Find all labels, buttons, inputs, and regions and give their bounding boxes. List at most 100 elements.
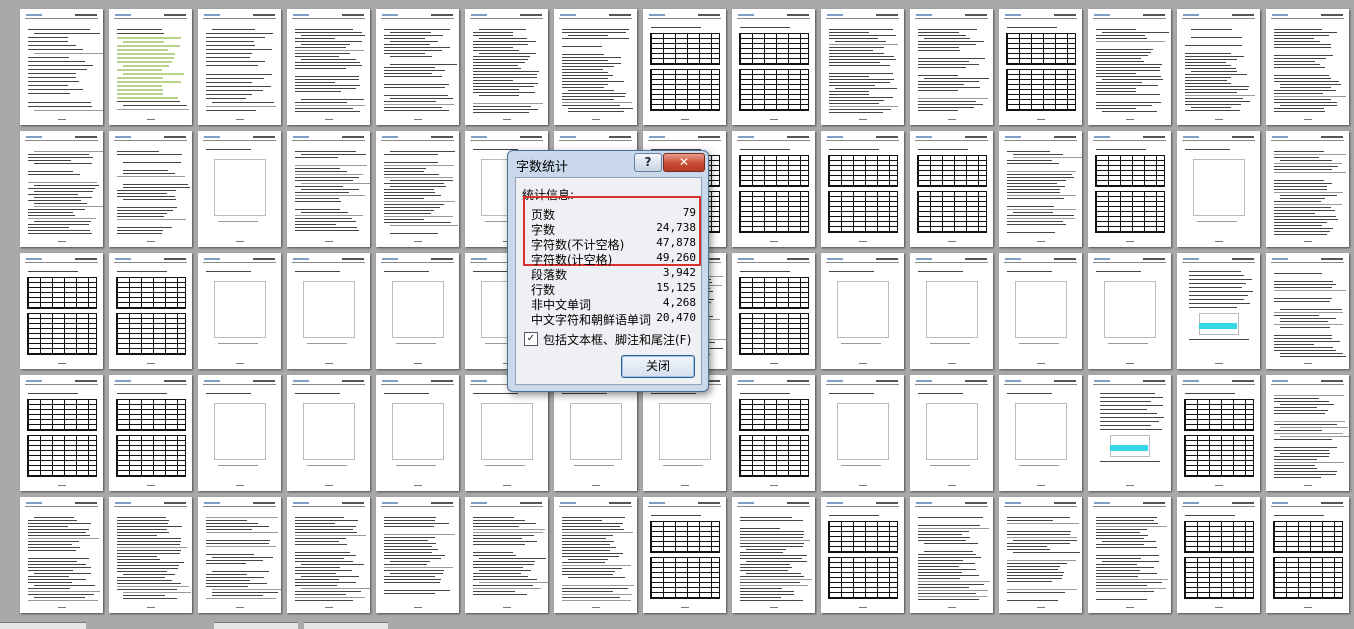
page-thumbnail[interactable] (999, 9, 1082, 125)
checkbox-label[interactable]: 包括文本框、脚注和尾注(F) (543, 331, 691, 348)
page-thumbnail[interactable] (198, 9, 281, 125)
text-line (1096, 70, 1160, 71)
page-thumbnail[interactable] (643, 375, 726, 491)
text-line (1189, 291, 1253, 292)
help-button[interactable]: ? (634, 153, 662, 172)
text-line (740, 558, 802, 559)
close-button[interactable]: 关闭 (621, 355, 695, 378)
text-line (829, 32, 869, 33)
page-thumbnail[interactable] (732, 131, 815, 247)
text-line (384, 67, 435, 68)
page-thumbnail[interactable] (287, 497, 370, 613)
page-thumbnail[interactable] (287, 9, 370, 125)
page-thumbnail[interactable] (1266, 375, 1349, 491)
page-thumbnail[interactable] (198, 375, 281, 491)
page-thumbnail[interactable] (20, 253, 103, 369)
page-thumbnail[interactable] (376, 375, 459, 491)
page-thumbnail[interactable] (999, 131, 1082, 247)
page-thumbnail[interactable] (821, 253, 904, 369)
page-thumbnail[interactable] (20, 497, 103, 613)
page-thumbnail[interactable] (821, 375, 904, 491)
page-number (1126, 485, 1134, 486)
page-thumbnail[interactable] (910, 497, 993, 613)
page-thumbnail[interactable] (1266, 497, 1349, 613)
page-header-logo (26, 502, 42, 504)
page-number (859, 607, 867, 608)
text-line (390, 41, 438, 42)
page-thumbnail[interactable] (465, 375, 548, 491)
text-line (28, 227, 69, 228)
text-line (206, 393, 251, 394)
page-thumbnail[interactable] (1088, 253, 1171, 369)
page-thumbnail[interactable] (821, 9, 904, 125)
text-line (1007, 271, 1052, 272)
page-thumbnail[interactable] (554, 497, 637, 613)
text-line (562, 585, 634, 586)
page-thumbnail[interactable] (198, 497, 281, 613)
page-thumbnail[interactable] (1266, 253, 1349, 369)
page-thumbnail[interactable] (465, 497, 548, 613)
text-line (1274, 413, 1325, 414)
text-line (396, 465, 436, 466)
page-thumbnail[interactable] (554, 375, 637, 491)
page-thumbnail[interactable] (732, 497, 815, 613)
page-thumbnail[interactable] (1177, 9, 1260, 125)
page-thumbnail[interactable] (1177, 253, 1260, 369)
page-thumbnail[interactable] (732, 375, 815, 491)
page-thumbnail[interactable] (20, 9, 103, 125)
text-line (1096, 76, 1161, 77)
page-thumbnail[interactable] (821, 497, 904, 613)
page-thumbnail[interactable] (1177, 131, 1260, 247)
page-thumbnail[interactable] (821, 131, 904, 247)
page-thumbnail[interactable] (1088, 131, 1171, 247)
page-thumbnail[interactable] (1177, 497, 1260, 613)
text-line (34, 573, 91, 574)
text-line (1274, 204, 1342, 205)
page-thumbnail[interactable] (465, 9, 548, 125)
checkbox[interactable]: ✓ (524, 332, 538, 346)
page-thumbnail[interactable] (1266, 9, 1349, 125)
dialog-titlebar[interactable]: 字数统计 ? ✕ (508, 151, 708, 177)
close-window-button[interactable]: ✕ (663, 153, 705, 172)
page-thumbnail[interactable] (554, 9, 637, 125)
page-thumbnail[interactable] (109, 131, 192, 247)
page-thumbnail[interactable] (109, 497, 192, 613)
page-thumbnail[interactable] (198, 131, 281, 247)
page-thumbnail[interactable] (376, 497, 459, 613)
page-thumbnail[interactable] (198, 253, 281, 369)
page-thumbnail[interactable] (732, 9, 815, 125)
text-line (295, 62, 360, 63)
page-thumbnail[interactable] (910, 375, 993, 491)
page-thumbnail[interactable] (732, 253, 815, 369)
page-thumbnail[interactable] (287, 375, 370, 491)
text-line (485, 465, 525, 466)
text-line (1096, 149, 1146, 150)
page-header-text (1143, 380, 1165, 382)
page-thumbnail[interactable] (376, 9, 459, 125)
text-line (117, 49, 168, 51)
page-thumbnail[interactable] (20, 375, 103, 491)
page-thumbnail[interactable] (109, 253, 192, 369)
page-thumbnail[interactable] (999, 497, 1082, 613)
page-thumbnail[interactable] (643, 9, 726, 125)
page-thumbnail[interactable] (1266, 131, 1349, 247)
page-thumbnail[interactable] (1088, 497, 1171, 613)
page-thumbnail[interactable] (999, 375, 1082, 491)
page-thumbnail[interactable] (910, 9, 993, 125)
page-thumbnail[interactable] (1177, 375, 1260, 491)
page-thumbnail[interactable] (109, 375, 192, 491)
page-thumbnail[interactable] (376, 253, 459, 369)
page-thumbnail[interactable] (1088, 9, 1171, 125)
page-thumbnail[interactable] (999, 253, 1082, 369)
page-thumbnail[interactable] (376, 131, 459, 247)
page-thumbnail[interactable] (287, 131, 370, 247)
page-thumbnail[interactable] (643, 497, 726, 613)
page-thumbnail[interactable] (20, 131, 103, 247)
page-thumbnail[interactable] (287, 253, 370, 369)
page-thumbnail[interactable] (1088, 375, 1171, 491)
page-thumbnail[interactable] (109, 9, 192, 125)
include-textboxes-checkbox-row[interactable]: ✓ 包括文本框、脚注和尾注(F) (524, 331, 702, 347)
text-line (295, 198, 339, 199)
page-thumbnail[interactable] (910, 253, 993, 369)
page-thumbnail[interactable] (910, 131, 993, 247)
